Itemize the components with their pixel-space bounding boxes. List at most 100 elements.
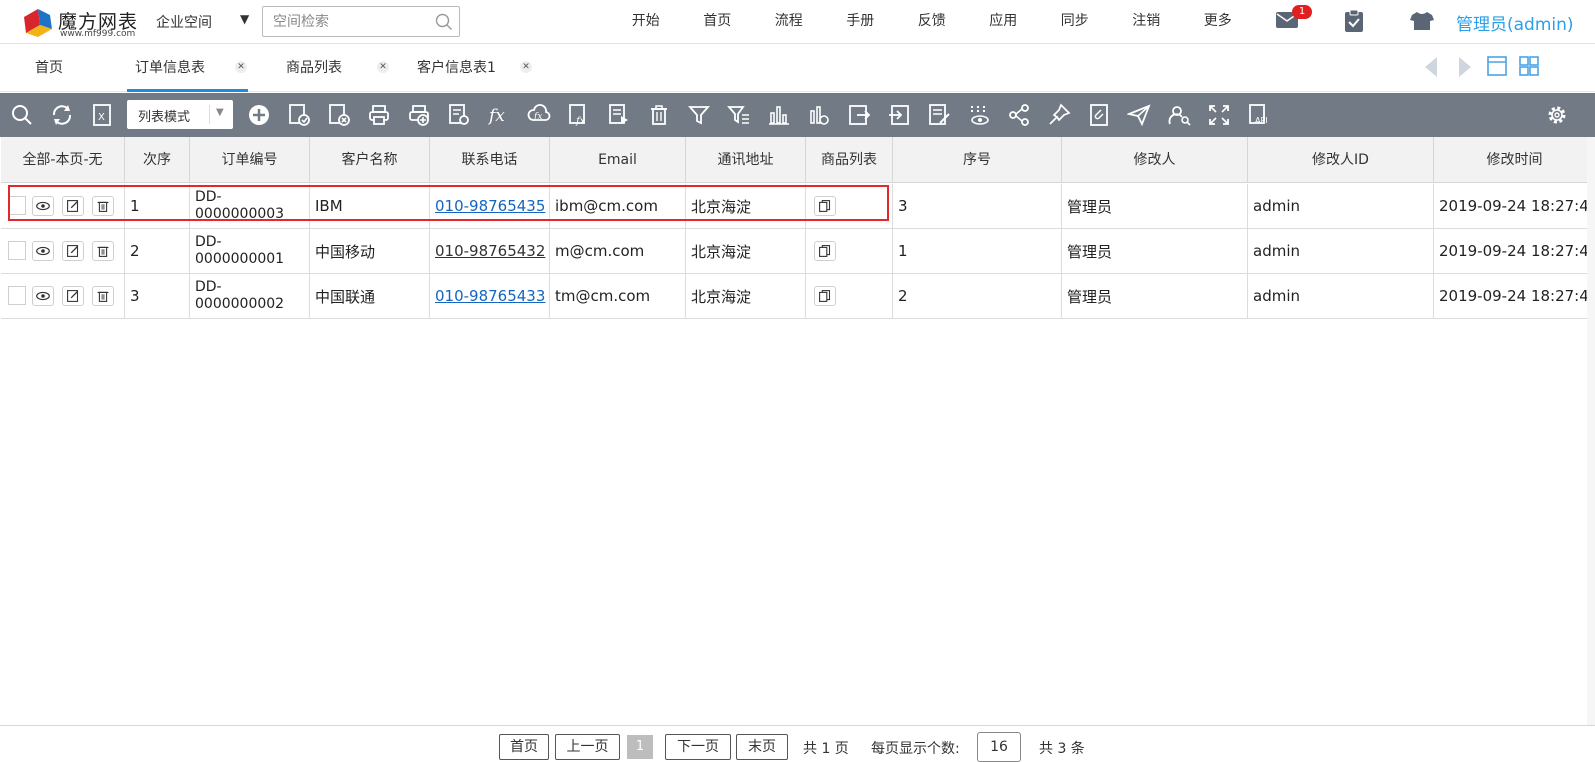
last-page-button[interactable]: 末页 — [736, 734, 788, 760]
copy-list-icon[interactable] — [814, 241, 836, 261]
user-menu[interactable]: 管理员(admin) — [1456, 10, 1574, 35]
clipboard-check-icon[interactable] — [1343, 9, 1365, 33]
batch-approve-icon[interactable] — [287, 103, 311, 127]
print-icon[interactable] — [367, 103, 391, 127]
caret-down-icon[interactable]: ▼ — [216, 107, 224, 118]
view-eye-icon[interactable] — [32, 286, 54, 306]
send-icon[interactable] — [1127, 103, 1151, 127]
cloud-formula-icon[interactable]: fx — [527, 103, 551, 127]
batch-print-icon[interactable] — [407, 103, 431, 127]
edit-doc-icon[interactable] — [927, 103, 951, 127]
row-checkbox[interactable] — [8, 286, 26, 305]
header-email[interactable]: Email — [550, 137, 686, 183]
header-code[interactable]: 订单编号 — [190, 137, 310, 183]
select-all-header[interactable]: 全部-本页-无 — [1, 137, 125, 183]
tab-next-icon[interactable] — [1455, 55, 1475, 79]
attachment-icon[interactable] — [1087, 103, 1111, 127]
search-icon[interactable] — [435, 13, 453, 31]
header-order[interactable]: 次序 — [125, 137, 190, 183]
nav-feedback[interactable]: 反馈 — [896, 0, 968, 44]
pin-icon[interactable] — [1047, 103, 1071, 127]
row-checkbox[interactable] — [8, 241, 26, 260]
formula-icon[interactable]: fx — [487, 103, 511, 127]
theme-shirt-icon[interactable] — [1409, 11, 1435, 31]
cell-order: 3 — [125, 274, 190, 318]
next-page-button[interactable]: 下一页 — [665, 734, 731, 760]
tab-close-icon[interactable]: ✕ — [235, 61, 247, 73]
space-menu[interactable]: 企业空间 — [156, 12, 212, 32]
maximize-icon[interactable] — [1486, 55, 1508, 77]
export-icon[interactable] — [847, 103, 871, 127]
header-products[interactable]: 商品列表 — [806, 137, 893, 183]
header-modifier-id[interactable]: 修改人ID — [1248, 137, 1434, 183]
svg-text:fx: fx — [533, 112, 542, 122]
batch-reject-icon[interactable] — [327, 103, 351, 127]
cell-order: 2 — [125, 229, 190, 273]
space-search-input[interactable] — [273, 7, 433, 36]
tab-order-info[interactable]: 订单信息表 — [127, 46, 248, 92]
edit-icon[interactable] — [62, 241, 84, 261]
gear-icon[interactable] — [1545, 103, 1569, 127]
tab-product-list[interactable]: 商品列表 — [286, 46, 342, 92]
current-page[interactable]: 1 — [627, 735, 653, 759]
nav-apps[interactable]: 应用 — [968, 0, 1040, 44]
copy-list-icon[interactable] — [814, 286, 836, 306]
cell-modified-time: 2019-09-24 18:27:49 — [1439, 242, 1595, 260]
trash-icon[interactable] — [92, 241, 114, 261]
vertical-scrollbar[interactable] — [1587, 137, 1595, 725]
share-icon[interactable] — [1007, 103, 1031, 127]
excel-export-icon[interactable]: X — [90, 103, 114, 127]
nav-start[interactable]: 开始 — [610, 0, 682, 44]
caret-down-icon[interactable]: ▼ — [240, 12, 249, 26]
header-phone[interactable]: 联系电话 — [430, 137, 550, 183]
top-nav: 开始 首页 流程 手册 反馈 应用 同步 注销 更多 — [610, 0, 1254, 44]
add-icon[interactable] — [247, 103, 271, 127]
phone-link[interactable]: 010-98765432 — [435, 242, 545, 260]
tab-home[interactable]: 首页 — [35, 46, 63, 92]
table-row[interactable]: 3 DD-0000000002 中国联通 010-98765433 tm@cm.… — [1, 274, 1595, 319]
phone-link[interactable]: 010-98765433 — [435, 287, 545, 305]
edit-icon[interactable] — [62, 286, 84, 306]
space-search[interactable] — [262, 6, 460, 37]
report-run-icon[interactable] — [607, 103, 631, 127]
nav-home[interactable]: 首页 — [682, 0, 754, 44]
view-columns-icon[interactable] — [967, 103, 991, 127]
selected-row-highlight — [8, 185, 889, 221]
header-modifier[interactable]: 修改人 — [1062, 137, 1248, 183]
import-icon[interactable] — [887, 103, 911, 127]
table-row[interactable]: 2 DD-0000000001 中国移动 010-98765432 m@cm.c… — [1, 229, 1595, 274]
tab-customer-info[interactable]: 客户信息表1 — [417, 46, 496, 92]
nav-more[interactable]: 更多 — [1182, 0, 1254, 44]
logo[interactable]: 魔方网表 www.mf999.com — [20, 5, 140, 41]
tab-close-icon[interactable]: ✕ — [377, 61, 389, 73]
nav-sync[interactable]: 同步 — [1039, 0, 1111, 44]
header-modified-time[interactable]: 修改时间 — [1434, 137, 1595, 183]
first-page-button[interactable]: 首页 — [499, 734, 549, 760]
page-size-input[interactable]: 16 — [977, 732, 1021, 762]
tab-close-icon[interactable]: ✕ — [520, 61, 532, 73]
bar-chart-icon[interactable] — [767, 103, 791, 127]
nav-workflow[interactable]: 流程 — [753, 0, 825, 44]
fullscreen-icon[interactable] — [1207, 103, 1231, 127]
delete-icon[interactable] — [647, 103, 671, 127]
refresh-icon[interactable] — [50, 103, 74, 127]
nav-logout[interactable]: 注销 — [1111, 0, 1183, 44]
chart-config-icon[interactable] — [807, 103, 831, 127]
prev-page-button[interactable]: 上一页 — [555, 734, 620, 760]
view-mode-select[interactable]: 列表模式 ▼ — [127, 100, 233, 129]
tab-prev-icon[interactable] — [1421, 55, 1441, 79]
user-search-icon[interactable] — [1167, 103, 1191, 127]
advanced-filter-icon[interactable] — [727, 103, 751, 127]
trash-icon[interactable] — [92, 286, 114, 306]
nav-manual[interactable]: 手册 — [825, 0, 897, 44]
header-seq[interactable]: 序号 — [893, 137, 1062, 183]
layout-grid-icon[interactable] — [1518, 55, 1540, 77]
settings-doc-icon[interactable] — [447, 103, 471, 127]
search-icon[interactable] — [10, 103, 34, 127]
filter-icon[interactable] — [687, 103, 711, 127]
header-address[interactable]: 通讯地址 — [686, 137, 806, 183]
header-customer[interactable]: 客户名称 — [310, 137, 430, 183]
view-eye-icon[interactable] — [32, 241, 54, 261]
api-icon[interactable]: API — [1247, 103, 1271, 127]
doc-formula-icon[interactable]: fx — [567, 103, 591, 127]
